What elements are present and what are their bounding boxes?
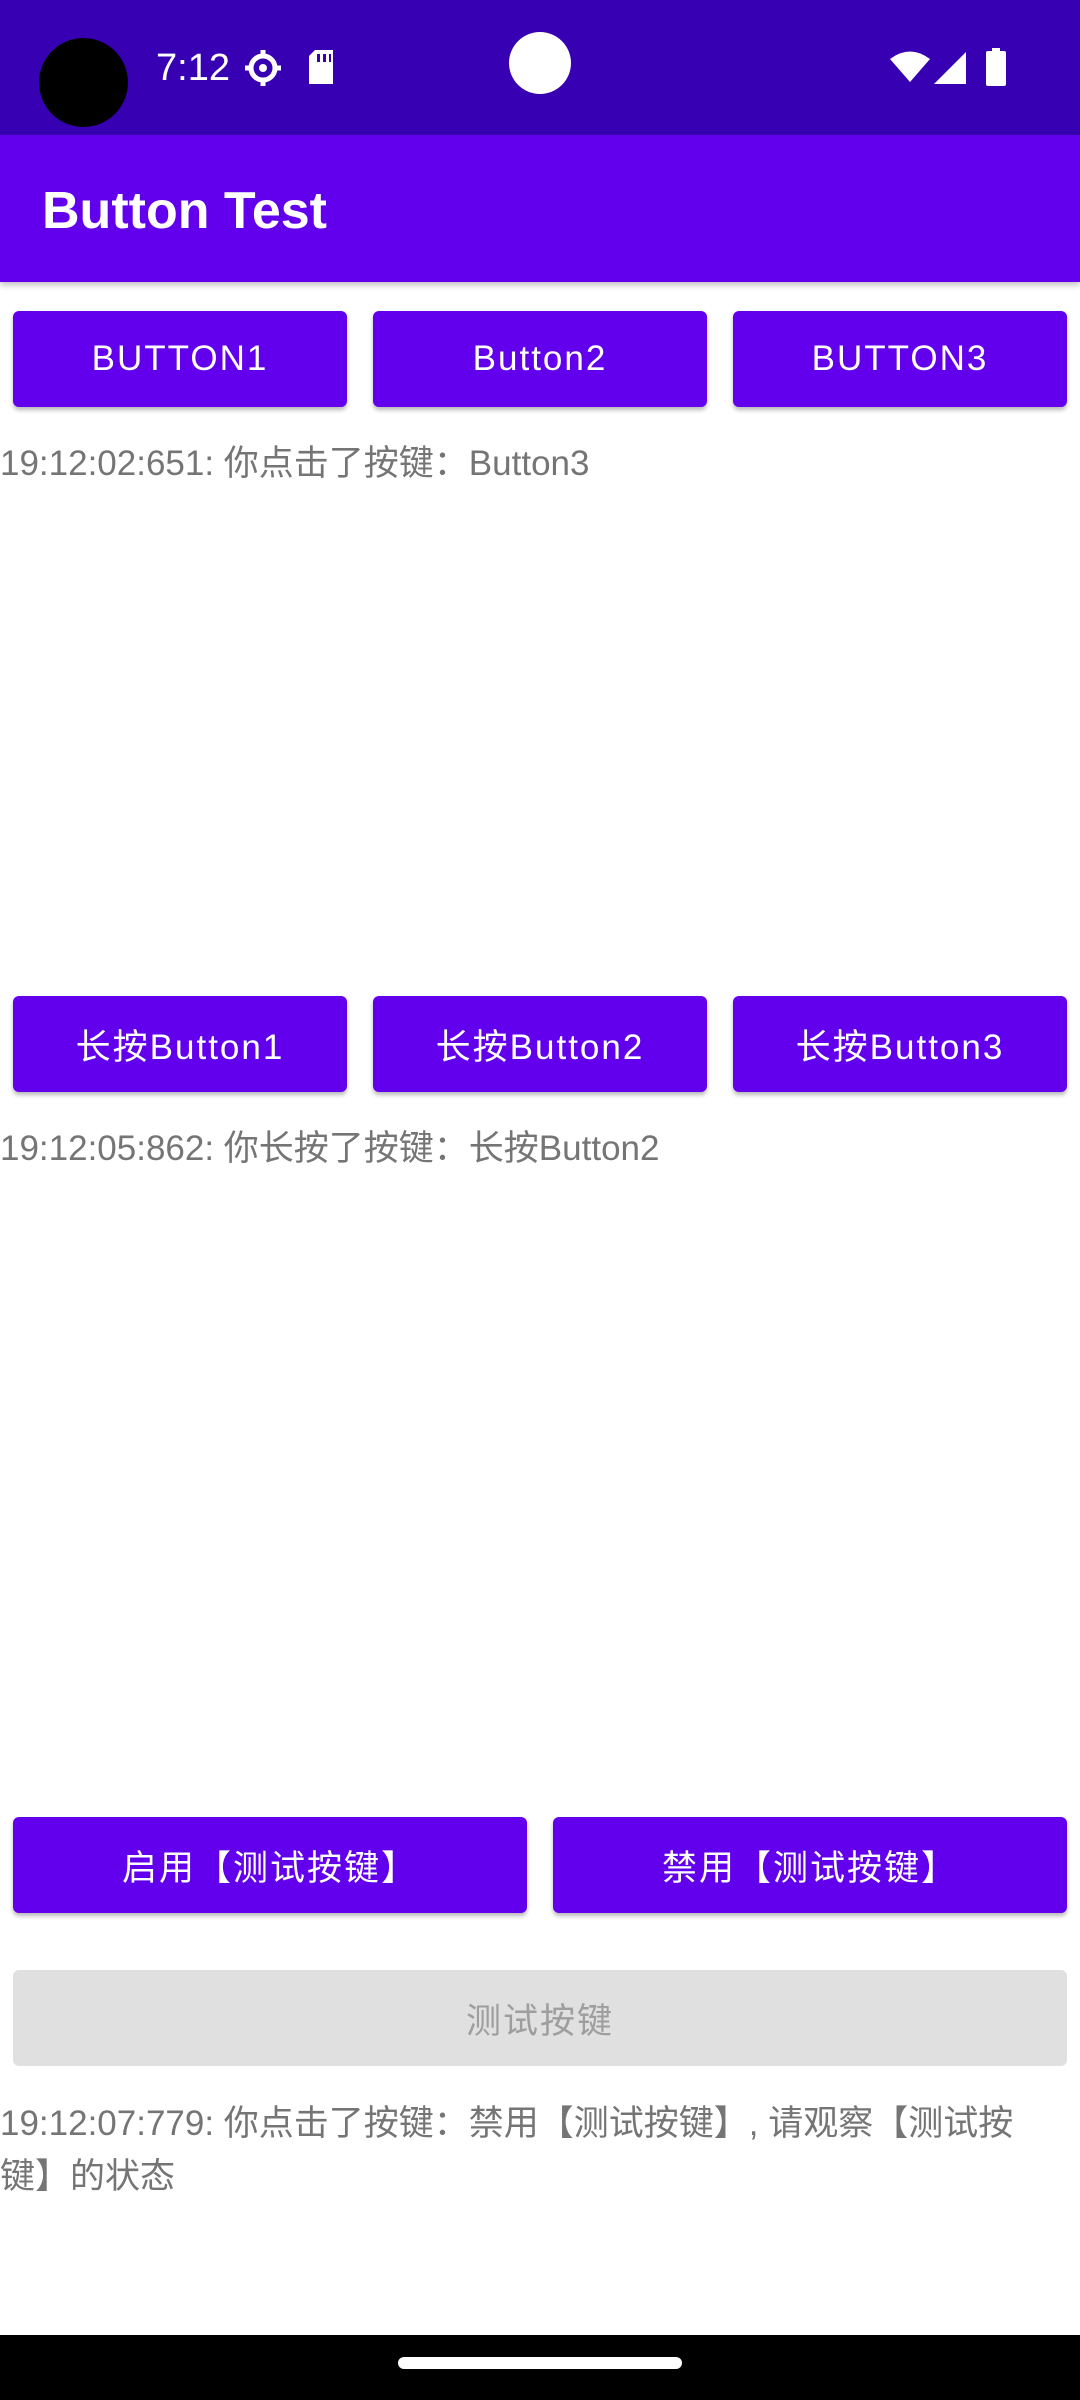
app-title: Button Test [42,182,327,240]
status-time: 7:12 [156,47,230,89]
status-bar: 7:12 [0,0,1080,135]
state-log-line-2: 键】的状态 [0,2157,176,2196]
long-press-log-text: 19:12:05:862: 你长按了按键：长按Button2 [0,1129,660,1168]
front-sensor [509,32,571,94]
navigation-bar [0,2335,1080,2400]
app-bar: Button Test [0,135,1080,282]
state-log-text: 19:12:07:779: 你点击了按键：禁用【测试按键】, 请观察【测试按 键… [0,2097,1080,2203]
battery-icon [985,48,1007,90]
enable-test-button[interactable]: 启用【测试按键】 [13,1817,527,1913]
disable-test-button[interactable]: 禁用【测试按键】 [553,1817,1067,1913]
wifi-icon [889,50,931,88]
home-handle[interactable] [398,2357,682,2369]
settings-icon [243,48,283,92]
long-press-button1[interactable]: 长按Button1 [13,996,347,1092]
button3[interactable]: BUTTON3 [733,311,1067,407]
long-press-button3[interactable]: 长按Button3 [733,996,1067,1092]
sd-card-icon [305,48,337,90]
signal-icon [934,52,968,88]
click-log-text: 19:12:02:651: 你点击了按键：Button3 [0,444,590,483]
long-press-button2[interactable]: 长按Button2 [373,996,707,1092]
test-button[interactable]: 测试按键 [13,1970,1067,2066]
camera-cutout [39,38,128,127]
button1[interactable]: BUTTON1 [13,311,347,407]
state-log-line-1: 19:12:07:779: 你点击了按键：禁用【测试按键】, 请观察【测试按 [0,2104,1014,2143]
button2[interactable]: Button2 [373,311,707,407]
